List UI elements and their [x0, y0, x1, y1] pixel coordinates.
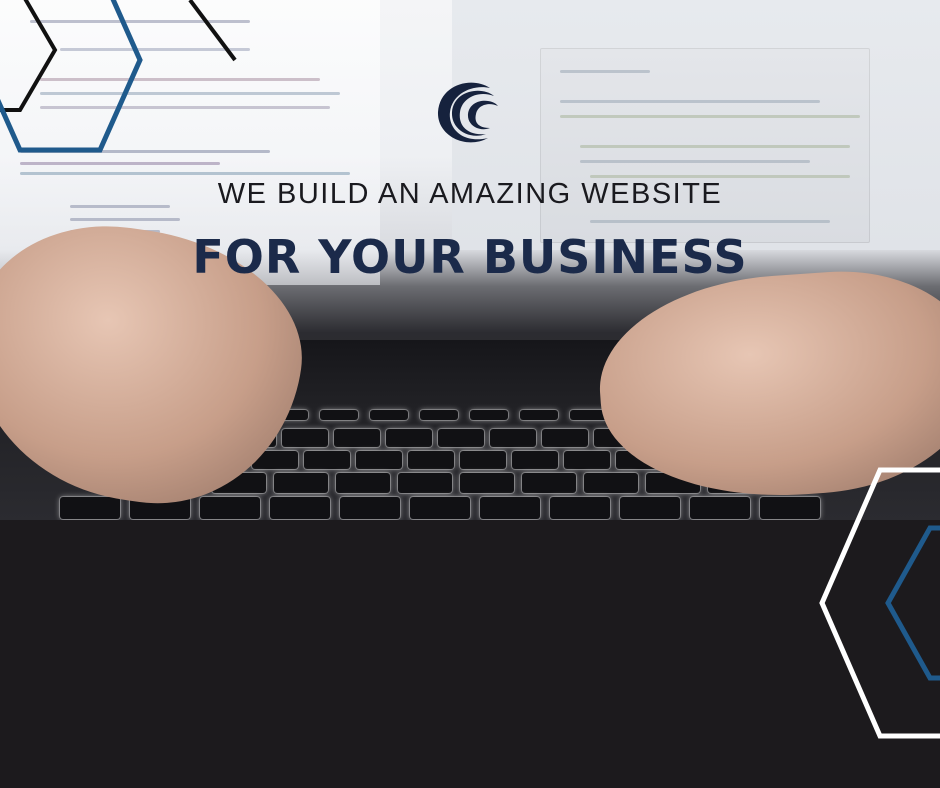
- headline-text: FOR YOUR BUSINESS: [192, 230, 748, 284]
- crescent-logo-icon: [437, 82, 498, 143]
- hex-outline-blue-bottomright: [885, 525, 940, 681]
- tagline-text: WE BUILD AN AMAZING WEBSITE: [217, 178, 723, 210]
- banner-canvas: WE BUILD AN AMAZING WEBSITE FOR YOUR BUS…: [0, 0, 940, 788]
